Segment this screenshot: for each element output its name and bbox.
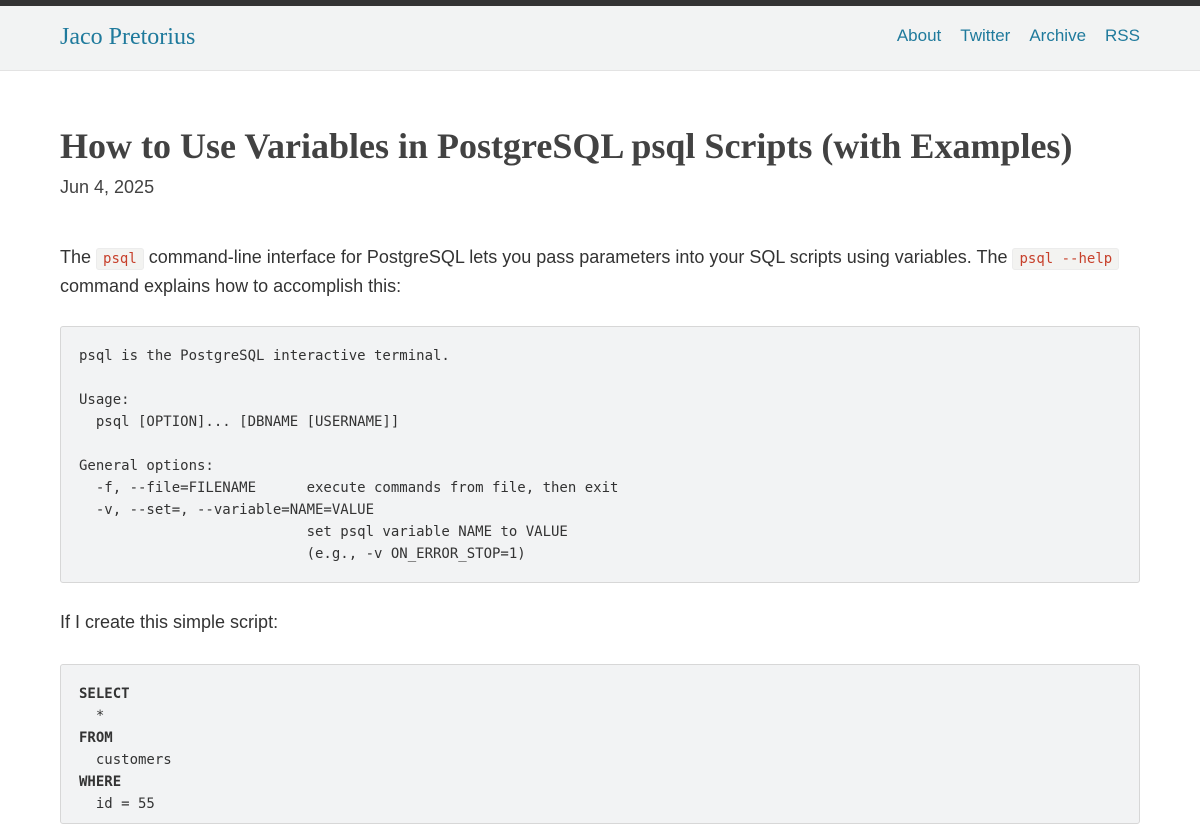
sql-line: * (79, 708, 104, 724)
intro-paragraph: The psql command-line interface for Post… (60, 244, 1140, 300)
nav-link-archive[interactable]: Archive (1029, 25, 1086, 47)
intro-text-3: command explains how to accomplish this: (60, 276, 402, 296)
sql-text: customers (79, 752, 172, 768)
sql-line: SELECT (79, 686, 130, 702)
sql-line: WHERE (79, 774, 121, 790)
nav-link-about[interactable]: About (897, 25, 941, 47)
nav-link-rss[interactable]: RSS (1105, 25, 1140, 47)
post-date: Jun 4, 2025 (60, 177, 155, 197)
post-title: How to Use Variables in PostgreSQL psql … (60, 126, 1073, 166)
intro-text-1: The (60, 247, 97, 267)
script-intro-paragraph: If I create this simple script: (60, 612, 279, 632)
site-nav: About Twitter Archive RSS (897, 25, 1140, 47)
inline-code-psql: psql (96, 248, 144, 270)
inline-code-psql-help: psql --help (1012, 248, 1120, 270)
sql-line: id = 55 (79, 796, 155, 812)
code-block-sql-script: SELECT * FROM customers WHERE id = 55 (60, 664, 1140, 824)
sql-text: id = 55 (79, 796, 155, 812)
sql-keyword: WHERE (79, 774, 122, 790)
site-header: Jaco Pretorius About Twitter Archive RSS (0, 6, 1200, 71)
sql-line: FROM (79, 730, 113, 746)
sql-text: * (79, 708, 105, 724)
code-block-help-output: psql is the PostgreSQL interactive termi… (60, 326, 1140, 583)
sql-keyword: SELECT (79, 686, 130, 702)
intro-text-2: command-line interface for PostgreSQL le… (143, 247, 1013, 267)
nav-link-twitter[interactable]: Twitter (960, 25, 1010, 47)
sql-keyword: FROM (79, 730, 113, 746)
site-title-link[interactable]: Jaco Pretorius (60, 22, 195, 52)
sql-line: customers (79, 752, 172, 768)
